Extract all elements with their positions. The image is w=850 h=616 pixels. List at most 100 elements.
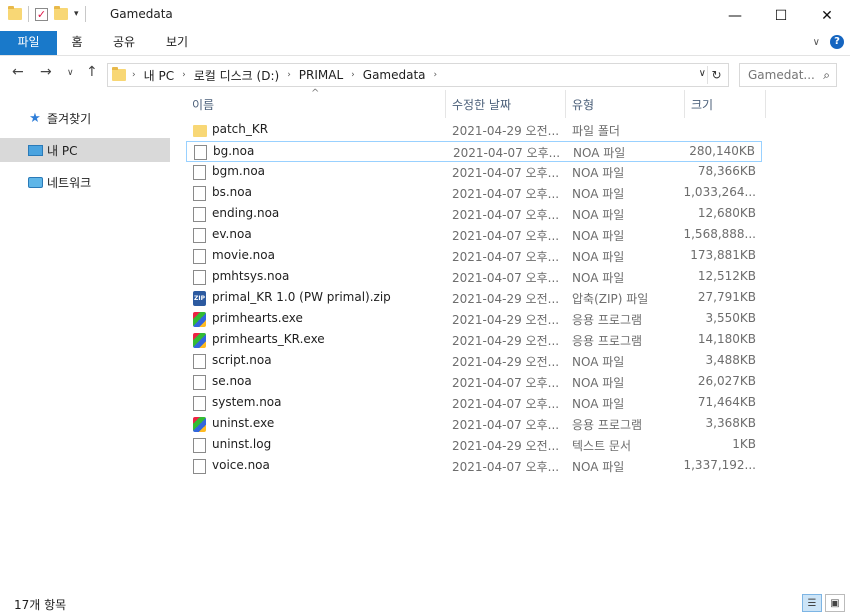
- address-bar[interactable]: › 내 PC › 로컬 디스크 (D:) › PRIMAL › Gamedata…: [107, 63, 729, 87]
- close-button[interactable]: ✕: [804, 0, 850, 31]
- tab-home[interactable]: 홈: [62, 31, 92, 55]
- help-icon[interactable]: ?: [830, 35, 844, 49]
- file-type: NOA 파일: [573, 146, 626, 160]
- file-size: 3,550KB: [705, 311, 756, 325]
- customize-qat-icon[interactable]: ▾: [74, 9, 79, 19]
- file-type: 텍스트 문서: [572, 439, 632, 453]
- sidebar-item-this-pc[interactable]: 내 PC: [0, 138, 170, 162]
- divider[interactable]: [565, 90, 566, 118]
- file-type: NOA 파일: [572, 208, 625, 222]
- minimize-button[interactable]: —: [712, 0, 758, 31]
- document-icon: [193, 438, 206, 453]
- chevron-right-icon[interactable]: ›: [182, 70, 186, 80]
- document-icon: [194, 145, 207, 160]
- column-header-type[interactable]: 유형: [572, 96, 594, 113]
- file-row[interactable]: primhearts_KR.exe 2021-04-29 오전... 응용 프로그램…: [186, 330, 762, 351]
- search-input[interactable]: [748, 68, 814, 82]
- file-size: 3,488KB: [705, 353, 756, 367]
- file-row[interactable]: ZIP primal_KR 1.0 (PW primal).zip 2021-04-…: [186, 288, 762, 309]
- properties-icon[interactable]: ✓: [35, 7, 48, 21]
- file-size: 27,791KB: [697, 290, 756, 304]
- expand-ribbon-icon[interactable]: ∨: [813, 37, 820, 48]
- document-icon: [193, 375, 206, 390]
- file-date: 2021-04-29 오전...: [452, 313, 560, 327]
- ribbon-tabs: 파일 홈 공유 보기 ∨ ?: [0, 31, 850, 56]
- sidebar-item-network[interactable]: 네트워크: [0, 170, 170, 194]
- file-name: se.noa: [212, 374, 252, 388]
- search-box[interactable]: ⌕: [739, 63, 837, 87]
- file-row[interactable]: primhearts.exe 2021-04-29 오전... 응용 프로그램 3,5…: [186, 309, 762, 330]
- document-icon: [193, 165, 206, 180]
- file-row[interactable]: bg.noa 2021-04-07 오후... NOA 파일 280,140KB: [186, 141, 762, 162]
- breadcrumb-item[interactable]: 로컬 디스크 (D:): [194, 67, 279, 84]
- file-row[interactable]: movie.noa 2021-04-07 오후... NOA 파일 173,881KB: [186, 246, 762, 267]
- file-date: 2021-04-07 오후...: [452, 271, 560, 285]
- divider[interactable]: [445, 90, 446, 118]
- file-row[interactable]: system.noa 2021-04-07 오후... NOA 파일 71,464KB: [186, 393, 762, 414]
- file-name: voice.noa: [212, 458, 270, 472]
- search-icon[interactable]: ⌕: [823, 68, 830, 83]
- file-row[interactable]: bgm.noa 2021-04-07 오후... NOA 파일 78,366KB: [186, 162, 762, 183]
- file-row[interactable]: voice.noa 2021-04-07 오후... NOA 파일 1,337,192…: [186, 456, 762, 477]
- chevron-right-icon[interactable]: ›: [434, 70, 438, 80]
- file-size: 78,366KB: [697, 164, 756, 178]
- column-header-size[interactable]: 크기: [691, 96, 713, 113]
- application-icon: [193, 333, 206, 348]
- column-headers: ^ 이름 수정한 날짜 유형 크기: [186, 88, 766, 118]
- tab-file[interactable]: 파일: [0, 31, 57, 55]
- file-type: 응용 프로그램: [572, 313, 643, 327]
- tab-view[interactable]: 보기: [157, 31, 197, 55]
- file-row[interactable]: uninst.exe 2021-04-07 오후... 응용 프로그램 3,368KB: [186, 414, 762, 435]
- file-row[interactable]: se.noa 2021-04-07 오후... NOA 파일 26,027KB: [186, 372, 762, 393]
- chevron-right-icon[interactable]: ›: [351, 70, 355, 80]
- chevron-down-icon[interactable]: ∨: [699, 68, 706, 79]
- star-icon: ★: [29, 110, 41, 126]
- file-date: 2021-04-07 오후...: [452, 187, 560, 201]
- file-name: primal_KR 1.0 (PW primal).zip: [212, 290, 391, 304]
- file-row[interactable]: uninst.log 2021-04-29 오전... 텍스트 문서 1KB: [186, 435, 762, 456]
- file-name: system.noa: [212, 395, 282, 409]
- maximize-button[interactable]: ☐: [758, 0, 804, 31]
- file-row[interactable]: ev.noa 2021-04-07 오후... NOA 파일 1,568,888...: [186, 225, 762, 246]
- back-icon[interactable]: ←: [12, 64, 24, 80]
- file-row[interactable]: script.noa 2021-04-29 오전... NOA 파일 3,488KB: [186, 351, 762, 372]
- file-type: NOA 파일: [572, 229, 625, 243]
- document-icon: [193, 207, 206, 222]
- file-name: bgm.noa: [212, 164, 266, 178]
- breadcrumb-item[interactable]: 내 PC: [144, 67, 174, 84]
- tab-share[interactable]: 공유: [104, 31, 144, 55]
- file-row[interactable]: pmhtsys.noa 2021-04-07 오후... NOA 파일 12,512K…: [186, 267, 762, 288]
- file-row[interactable]: ending.noa 2021-04-07 오후... NOA 파일 12,680KB: [186, 204, 762, 225]
- file-date: 2021-04-07 오후...: [453, 146, 561, 160]
- refresh-icon[interactable]: ↻: [707, 66, 725, 84]
- file-date: 2021-04-29 오전...: [452, 439, 560, 453]
- file-type: NOA 파일: [572, 187, 625, 201]
- chevron-right-icon[interactable]: ›: [132, 70, 136, 80]
- sidebar-item-favorites[interactable]: ★ 즐겨찾기: [0, 106, 170, 130]
- file-type: 응용 프로그램: [572, 418, 643, 432]
- breadcrumb-item[interactable]: PRIMAL: [299, 68, 343, 82]
- divider[interactable]: [765, 90, 766, 118]
- status-bar: 17개 항목 ☰ ▣: [0, 590, 850, 616]
- file-name: patch_KR: [212, 122, 269, 136]
- file-row[interactable]: bs.noa 2021-04-07 오후... NOA 파일 1,033,264...: [186, 183, 762, 204]
- column-header-date[interactable]: 수정한 날짜: [452, 96, 511, 113]
- breadcrumb-item[interactable]: Gamedata: [363, 68, 426, 82]
- details-view-icon[interactable]: ☰: [802, 594, 822, 612]
- new-folder-icon[interactable]: [54, 6, 68, 20]
- file-name: movie.noa: [212, 248, 275, 262]
- file-name: bg.noa: [213, 144, 255, 158]
- column-header-name[interactable]: 이름: [192, 96, 214, 113]
- recent-locations-icon[interactable]: ∨: [67, 68, 74, 78]
- file-type: NOA 파일: [572, 166, 625, 180]
- up-icon[interactable]: ↑: [86, 64, 98, 80]
- file-name: ending.noa: [212, 206, 280, 220]
- network-icon: [27, 175, 43, 189]
- large-icons-view-icon[interactable]: ▣: [825, 594, 845, 612]
- file-size: 26,027KB: [697, 374, 756, 388]
- chevron-right-icon[interactable]: ›: [287, 70, 291, 80]
- forward-icon[interactable]: →: [40, 64, 52, 80]
- file-row[interactable]: patch_KR 2021-04-29 오전... 파일 폴더: [186, 120, 762, 141]
- application-icon: [193, 417, 206, 432]
- divider[interactable]: [684, 90, 685, 118]
